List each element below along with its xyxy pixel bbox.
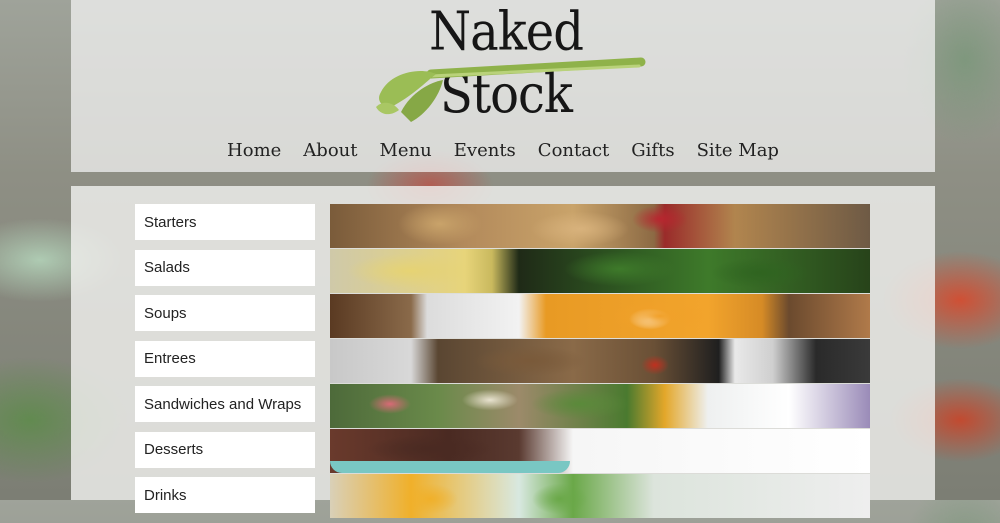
entrees-image[interactable]	[330, 339, 870, 383]
nav-home[interactable]: Home	[227, 140, 281, 161]
menu-item-salads[interactable]: Salads	[135, 249, 315, 286]
menu-item-drinks[interactable]: Drinks	[135, 477, 315, 513]
menu-item-soups[interactable]: Soups	[135, 295, 315, 331]
menu-item-sandwiches-and-wraps[interactable]: Sandwiches and Wraps	[135, 386, 315, 422]
celery-icon	[376, 57, 646, 122]
nav-events[interactable]: Events	[454, 140, 516, 161]
nav-site-map[interactable]: Site Map	[697, 140, 779, 161]
nav-about[interactable]: About	[303, 140, 357, 161]
header: Naked Stock Home About Menu Events Conta…	[71, 0, 935, 172]
main-nav: Home About Menu Events Contact Gifts Sit…	[71, 140, 935, 161]
nav-menu[interactable]: Menu	[379, 140, 431, 161]
salads-image[interactable]	[330, 249, 870, 293]
menu-image-strips	[330, 204, 870, 519]
nav-gifts[interactable]: Gifts	[631, 140, 674, 161]
site-logo[interactable]: Naked Stock	[371, 0, 646, 130]
sandwiches-and-wraps-image[interactable]	[330, 384, 870, 428]
soups-image[interactable]	[330, 294, 870, 338]
menu-item-entrees[interactable]: Entrees	[135, 340, 315, 377]
menu-item-desserts[interactable]: Desserts	[135, 431, 315, 468]
drinks-image[interactable]	[330, 474, 870, 518]
menu-item-starters[interactable]: Starters	[135, 204, 315, 240]
starters-image[interactable]	[330, 204, 870, 248]
menu-category-list: Starters Salads Soups Entrees Sandwiches…	[135, 204, 315, 523]
nav-contact[interactable]: Contact	[538, 140, 609, 161]
desserts-image[interactable]	[330, 429, 870, 473]
content-panel: Starters Salads Soups Entrees Sandwiches…	[71, 186, 935, 518]
